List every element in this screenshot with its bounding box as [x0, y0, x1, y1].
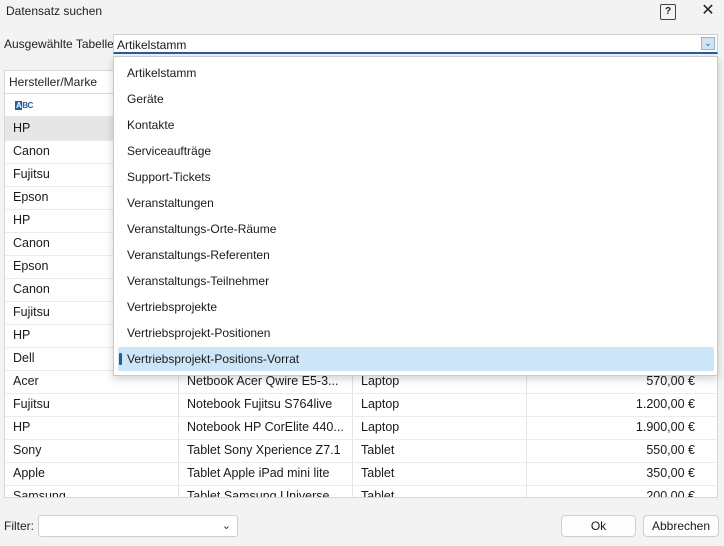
- column-header-manufacturer[interactable]: Hersteller/Marke: [9, 75, 97, 89]
- dropdown-option[interactable]: Vertriebsprojekt-Positions-Vorrat: [118, 347, 714, 371]
- table-cell: 570,00 €: [646, 374, 695, 388]
- dropdown-option[interactable]: Vertriebsprojekte: [118, 295, 714, 319]
- dropdown-option-label: Artikelstamm: [127, 66, 197, 80]
- table-cell: Laptop: [361, 420, 400, 434]
- table-cell: 1.200,00 €: [635, 397, 695, 411]
- table-cell: Apple: [13, 466, 45, 480]
- table-cell: Notebook Fujitsu S764live: [187, 397, 333, 411]
- dialog-title: Datensatz suchen: [6, 4, 103, 18]
- dropdown-option-label: Veranstaltungs-Teilnehmer: [127, 274, 270, 288]
- ok-button[interactable]: Ok: [561, 515, 636, 537]
- cancel-button[interactable]: Abbrechen: [643, 515, 719, 537]
- dropdown-option-label: Support-Tickets: [127, 170, 211, 184]
- table-cell: Netbook Acer Qwire E5-3...: [187, 374, 339, 388]
- text-filter-icon[interactable]: ABC: [15, 101, 33, 110]
- table-dropdown-list: Artikelstamm Geräte Kontakte Serviceaufträg…: [113, 56, 718, 376]
- dropdown-option-label: Vertriebsprojekt-Positions-Vorrat: [127, 352, 300, 366]
- dropdown-option-label: Kontakte: [127, 118, 175, 132]
- dropdown-option-label: Vertriebsprojekte: [127, 300, 218, 314]
- help-icon[interactable]: ?: [660, 4, 676, 20]
- dropdown-option-label: Geräte: [127, 92, 164, 106]
- table-row[interactable]: Sony Tablet Sony Xperience Z7.1 Tablet 550,…: [5, 439, 717, 463]
- table-cell: Sony: [13, 443, 42, 457]
- table-label: Ausgewählte Tabelle:: [4, 37, 118, 51]
- table-cell: Samsung: [13, 489, 66, 498]
- dropdown-option-label: Veranstaltungen: [127, 196, 214, 210]
- table-cell: HP: [13, 420, 31, 434]
- filter-select[interactable]: ⌄: [38, 515, 238, 537]
- table-cell: Tablet Apple iPad mini lite: [187, 466, 330, 480]
- table-select-value: Artikelstamm: [117, 38, 187, 52]
- table-cell: 200,00 €: [646, 489, 695, 498]
- table-row[interactable]: HP Notebook HP CorElite 440... Laptop 1.900…: [5, 416, 717, 440]
- dropdown-option-label: Veranstaltungs-Referenten: [127, 248, 270, 262]
- dropdown-option[interactable]: Geräte: [118, 87, 714, 111]
- chevron-down-icon[interactable]: ⌄: [222, 519, 231, 532]
- dropdown-option[interactable]: Veranstaltungs-Teilnehmer: [118, 269, 714, 293]
- chevron-down-icon[interactable]: ⌄: [701, 37, 715, 50]
- table-cell: Tablet Samsung Universe...: [187, 489, 340, 498]
- close-icon[interactable]: ✕: [698, 2, 718, 20]
- dropdown-option-label: Veranstaltungs-Orte-Räume: [127, 222, 277, 236]
- table-cell: 1.900,00 €: [635, 420, 695, 434]
- dropdown-option-label: Vertriebsprojekt-Positionen: [127, 326, 271, 340]
- dropdown-option[interactable]: Vertriebsprojekt-Positionen: [118, 321, 714, 345]
- dropdown-option[interactable]: Kontakte: [118, 113, 714, 137]
- dropdown-option[interactable]: Veranstaltungs-Orte-Räume: [118, 217, 714, 241]
- dropdown-option[interactable]: Serviceaufträge: [118, 139, 714, 163]
- table-cell: 350,00 €: [646, 466, 695, 480]
- table-cell: Laptop: [361, 397, 400, 411]
- table-row[interactable]: Apple Tablet Apple iPad mini lite Tablet 35…: [5, 462, 717, 486]
- table-cell: Tablet: [361, 466, 395, 480]
- table-select[interactable]: Artikelstamm ⌄: [113, 34, 718, 54]
- dropdown-option[interactable]: Veranstaltungen: [118, 191, 714, 215]
- table-cell: Acer: [13, 374, 39, 388]
- table-cell: Tablet: [361, 443, 395, 457]
- filter-label: Filter:: [4, 519, 34, 533]
- table-cell: Laptop: [361, 374, 400, 388]
- dropdown-option-label: Serviceaufträge: [127, 144, 212, 158]
- table-row[interactable]: Samsung Tablet Samsung Universe... Tablet 2…: [5, 485, 717, 498]
- dropdown-option[interactable]: Veranstaltungs-Referenten: [118, 243, 714, 267]
- table-cell: Fujitsu: [13, 397, 50, 411]
- dropdown-option[interactable]: Support-Tickets: [118, 165, 714, 189]
- table-cell: Notebook HP CorElite 440...: [187, 420, 344, 434]
- table-row[interactable]: Fujitsu Notebook Fujitsu S764live Laptop 1.…: [5, 393, 717, 417]
- table-cell: 550,00 €: [646, 443, 695, 457]
- dropdown-option[interactable]: Artikelstamm: [118, 61, 714, 85]
- title-bar: Datensatz suchen ? ✕: [0, 0, 724, 24]
- table-cell: Tablet: [361, 489, 395, 498]
- table-cell: Tablet Sony Xperience Z7.1: [187, 443, 341, 457]
